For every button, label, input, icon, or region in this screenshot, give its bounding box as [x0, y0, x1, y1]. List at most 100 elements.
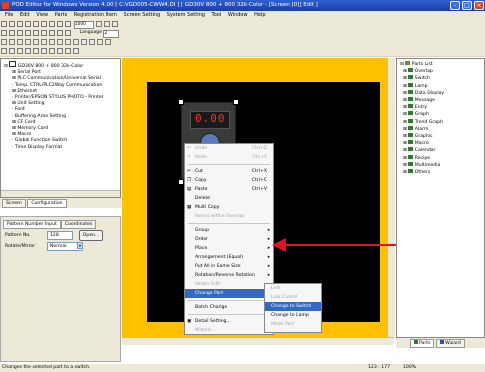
group-icon[interactable] [65, 48, 71, 54]
calendar-tool-icon[interactable] [81, 39, 87, 45]
submenu-item-change-to-lamp[interactable]: Change to Lamp [265, 311, 321, 320]
menu-tool[interactable]: Tool [212, 12, 222, 18]
menu-item-multi-copy[interactable]: ▦ Multi Copy [185, 203, 273, 212]
menu-item-undo[interactable]: ↶ Undo Ctrl+Z [185, 144, 273, 153]
tab-coordinates[interactable]: Coordinates [60, 220, 97, 229]
parts-item-data-display[interactable]: ⊞ Data Display [400, 89, 482, 97]
switch-tool-icon[interactable] [1, 39, 7, 45]
submenu-item-link-cancel[interactable]: Link Cancel [265, 293, 321, 302]
parts-item-calendar[interactable]: ⊞ Calendar [400, 147, 482, 154]
circle-icon[interactable] [17, 30, 23, 36]
data-display-tool-icon[interactable] [17, 39, 23, 45]
parts-item-recipe[interactable]: ⊞ Recipe [400, 154, 482, 162]
tree-horizontal-scrollbar[interactable] [1, 190, 120, 197]
zoom-select[interactable]: 1000 [73, 21, 94, 29]
save-icon[interactable] [17, 21, 23, 27]
align-right-icon[interactable] [17, 48, 23, 54]
tab-parts[interactable]: Parts [410, 339, 435, 348]
parts-item-alarm[interactable]: ⊞ Alarm [400, 125, 482, 133]
tab-configuration[interactable]: Configuration [27, 199, 67, 208]
menu-item-rotation[interactable]: Rotation/Reverse Rotation ▸ [185, 271, 273, 280]
menu-registration-item[interactable]: Registration Item [74, 12, 117, 18]
menu-item-delete[interactable]: Delete [185, 194, 273, 203]
language-select[interactable]: 2 [103, 30, 120, 38]
vertical-scrollbar[interactable] [387, 58, 395, 337]
menu-item-copy[interactable]: ❐ Copy Ctrl+C [185, 176, 273, 185]
grid-icon[interactable] [57, 21, 63, 27]
maximize-button[interactable]: □ [462, 1, 472, 10]
menu-view[interactable]: View [36, 12, 48, 18]
parts-item-graph[interactable]: ⊞ Graph [400, 111, 482, 118]
pattern-number-field[interactable]: 128 [47, 231, 73, 240]
close-button[interactable]: × [474, 1, 484, 10]
menu-item-vertex-edit[interactable]: Vertex Edit [185, 280, 273, 289]
submenu-item-mode-part[interactable]: Mode Part [265, 320, 321, 329]
zoom-in-icon[interactable] [96, 21, 103, 27]
menu-item-wizard[interactable]: Wizard... [185, 326, 273, 335]
parts-item-multimedia[interactable]: ⊞ Multimedia [400, 161, 482, 169]
graph-tool-icon[interactable] [41, 39, 47, 45]
graphic-tool-icon[interactable] [65, 39, 71, 45]
pattern-icon[interactable] [49, 30, 55, 36]
tree-root[interactable]: ⊟ GD30V 800 + 800 32k-Color [4, 61, 118, 70]
menu-screen-setting[interactable]: Screen Setting [124, 12, 161, 18]
parts-item-lamp[interactable]: ⊞ Lamp [400, 82, 482, 90]
parts-item-message[interactable]: ⊞ Message [400, 97, 482, 104]
multimedia-tool-icon[interactable] [97, 39, 103, 45]
fill-icon[interactable] [65, 30, 71, 36]
align-bottom-icon[interactable] [41, 48, 47, 54]
submenu-item-link[interactable]: Link [265, 284, 321, 293]
polygon-icon[interactable] [25, 30, 31, 36]
parts-item-overlap[interactable]: ⊞ Overlap [400, 68, 482, 75]
menu-item-put-all-in-same-size[interactable]: Put All in Same Size ▸ [185, 262, 273, 271]
parts-item-graphic[interactable]: ⊞ Graphic [400, 133, 482, 140]
selection-handle[interactable] [178, 99, 184, 105]
menu-item-detail-setting[interactable]: ▣ Detail Setting... [185, 317, 273, 326]
trend-tool-icon[interactable] [49, 39, 55, 45]
recipe-tool-icon[interactable] [89, 39, 95, 45]
align-middle-icon[interactable] [33, 48, 39, 54]
others-tool-icon[interactable] [105, 39, 111, 45]
align-left-icon[interactable] [1, 48, 7, 54]
message-tool-icon[interactable] [25, 39, 31, 45]
zoom-out-icon[interactable] [104, 21, 111, 27]
align-top-icon[interactable] [25, 48, 31, 54]
parts-root[interactable]: ⊟ Parts List [400, 61, 482, 68]
toggle-icon[interactable] [65, 21, 71, 27]
menu-system-setting[interactable]: System Setting [167, 12, 205, 18]
menu-edit[interactable]: Edit [20, 12, 30, 18]
minimize-button[interactable]: – [450, 1, 460, 10]
parts-item-macro[interactable]: ⊞ Macro [400, 140, 482, 147]
back-icon[interactable] [57, 48, 63, 54]
tab-screen[interactable]: Screen [2, 199, 26, 208]
alarm-tool-icon[interactable] [57, 39, 63, 45]
tree-item-time-display-format[interactable]: · Time Display Format [4, 145, 118, 151]
front-icon[interactable] [49, 48, 55, 54]
menu-help[interactable]: Help [254, 12, 265, 18]
parts-item-entry[interactable]: ⊞ Entry [400, 104, 482, 111]
align-center-icon[interactable] [9, 48, 15, 54]
copy-icon[interactable] [41, 21, 47, 27]
new-icon[interactable] [1, 21, 7, 27]
menu-item-change-part[interactable]: Change Part▸ [185, 289, 273, 298]
line-icon[interactable] [1, 30, 7, 36]
menu-parts[interactable]: Parts [55, 12, 67, 18]
parts-item-others[interactable]: ⊞ Others [400, 169, 482, 176]
menu-item-paste[interactable]: ▤ Paste Ctrl+V [185, 185, 273, 194]
cut-icon[interactable] [33, 21, 39, 27]
parts-item-switch[interactable]: ⊞ Switch [400, 75, 482, 82]
menu-item-cut[interactable]: ✂ Cut Ctrl+X [185, 167, 273, 176]
menu-item-arrangement-equal[interactable]: Arrangement (Equal) ▸ [185, 253, 273, 262]
entry-tool-icon[interactable] [33, 39, 39, 45]
menu-item-group[interactable]: Group ▸ [185, 226, 273, 235]
print-icon[interactable] [25, 21, 31, 27]
menu-item-batch-change[interactable]: Batch Change [185, 303, 273, 312]
text-icon[interactable] [33, 30, 39, 36]
submenu-item-change-to-switch[interactable]: Change to Switch [265, 302, 321, 311]
menu-item-select-within-overlap[interactable]: Select within Overlap [185, 212, 273, 221]
horizontal-scrollbar[interactable] [122, 337, 394, 345]
menu-item-redo[interactable]: ↷ Redo Ctrl+Y [185, 153, 273, 162]
open-icon[interactable] [9, 21, 15, 27]
open-button[interactable]: Open... [79, 230, 103, 241]
rect-icon[interactable] [9, 30, 15, 36]
